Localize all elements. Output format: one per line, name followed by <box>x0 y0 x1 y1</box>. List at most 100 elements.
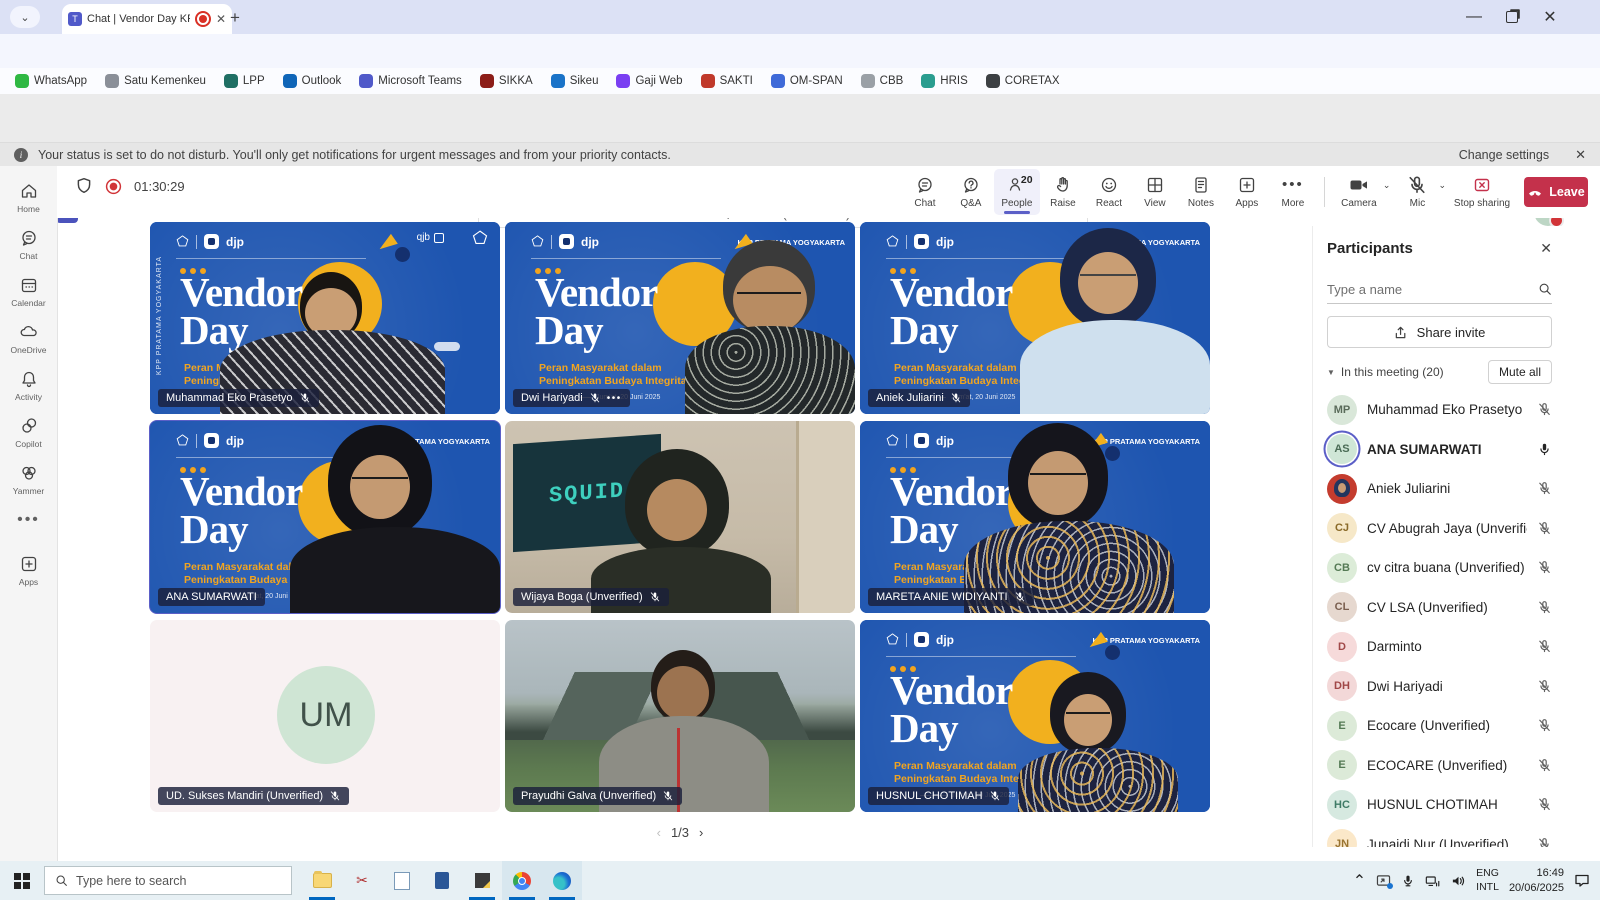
bookmark-gaji-web[interactable]: Gaji Web <box>609 72 689 90</box>
start-button[interactable] <box>0 861 44 900</box>
mic-muted-icon[interactable] <box>1537 639 1552 654</box>
participant-row[interactable]: CJ CV Abugrah Jaya (Unverified) <box>1327 509 1552 549</box>
bookmark-outlook[interactable]: Outlook <box>276 72 349 90</box>
bookmark-satu-kemenkeu[interactable]: Satu Kemenkeu <box>98 72 213 90</box>
video-tile-ud-sukses[interactable]: UM UD. Sukses Mandiri (Unverified) <box>150 620 500 812</box>
change-settings-link[interactable]: Change settings <box>1459 148 1549 162</box>
taskbar-sticky-notes[interactable] <box>462 861 502 900</box>
video-tile-muhammad[interactable]: djp VendorDay Peran Masyarakat dalamPeni… <box>150 222 500 414</box>
sidebar-item-chat[interactable]: Chat <box>0 221 57 268</box>
sidebar-item-yammer[interactable]: Yammer <box>0 456 57 503</box>
page-next-icon[interactable]: › <box>699 825 703 840</box>
bookmark-sakti[interactable]: SAKTI <box>694 72 760 90</box>
taskbar-calculator[interactable] <box>422 861 462 900</box>
bookmark-coretax[interactable]: CORETAX <box>979 72 1067 90</box>
tray-app-icon[interactable] <box>1376 874 1391 887</box>
bookmark-sikeu[interactable]: Sikeu <box>544 72 606 90</box>
participant-row[interactable]: CL CV LSA (Unverified) <box>1327 588 1552 628</box>
window-minimize-button[interactable]: — <box>1455 0 1493 34</box>
participants-search-input[interactable]: Type a name <box>1327 275 1552 304</box>
video-tile-aniek[interactable]: djp VendorDay Peran Masyarakat dalamPeni… <box>860 222 1210 414</box>
mic-muted-icon[interactable] <box>1537 600 1552 615</box>
taskbar-edge[interactable] <box>542 861 582 900</box>
video-tile-husnul[interactable]: djp VendorDay Peran Masyarakat dalamPeni… <box>860 620 1210 812</box>
mic-muted-icon[interactable] <box>1537 837 1552 847</box>
browser-tab[interactable]: T Chat | Vendor Day KPP Prat ✕ <box>62 4 232 34</box>
sidebar-item-calendar[interactable]: Calendar <box>0 268 57 315</box>
participant-row[interactable]: HC HUSNUL CHOTIMAH <box>1327 785 1552 825</box>
view-button[interactable]: View <box>1132 169 1178 215</box>
page-prev-icon[interactable]: ‹ <box>657 825 661 840</box>
tray-mic-icon[interactable] <box>1401 874 1415 888</box>
more-button[interactable]: ••• More <box>1270 169 1316 215</box>
bookmark-microsoft-teams[interactable]: Microsoft Teams <box>352 72 469 90</box>
meeting-apps-button[interactable]: Apps <box>1224 169 1270 215</box>
people-button[interactable]: 20 People <box>994 169 1040 215</box>
mic-muted-icon[interactable] <box>1537 402 1552 417</box>
bookmark-sikka[interactable]: SIKKA <box>473 72 540 90</box>
taskbar-search-input[interactable]: Type here to search <box>44 866 292 895</box>
notes-button[interactable]: Notes <box>1178 169 1224 215</box>
tab-search-chevron-icon[interactable]: ⌄ <box>10 6 40 28</box>
tray-language[interactable]: ENGINTL <box>1476 867 1499 893</box>
participant-row[interactable]: Aniek Juliarini <box>1327 469 1552 509</box>
sidebar-item-copilot[interactable]: Copilot <box>0 409 57 456</box>
participant-row[interactable]: AS ANA SUMARWATI <box>1327 430 1552 470</box>
sidebar-item-home[interactable]: Home <box>0 174 57 221</box>
tray-volume-icon[interactable] <box>1451 874 1466 888</box>
qna-button[interactable]: Q&A <box>948 169 994 215</box>
tray-clock[interactable]: 16:4920/06/2025 <box>1509 866 1564 895</box>
taskbar-file-explorer[interactable] <box>302 861 342 900</box>
video-tile-dwi[interactable]: djp VendorDay Peran Masyarakat dalamPeni… <box>505 222 855 414</box>
banner-close-icon[interactable]: ✕ <box>1575 147 1586 163</box>
chat-button[interactable]: Chat <box>902 169 948 215</box>
mic-button[interactable]: Mic <box>1394 169 1440 215</box>
mic-muted-icon[interactable] <box>1537 679 1552 694</box>
participant-row[interactable]: MP Muhammad Eko Prasetyo <box>1327 390 1552 430</box>
taskbar-snipping-tool[interactable]: ✂ <box>342 861 382 900</box>
window-restore-button[interactable] <box>1493 0 1531 34</box>
tab-close-icon[interactable]: ✕ <box>216 12 226 26</box>
tray-chevron-icon[interactable]: ⌃ <box>1353 871 1366 891</box>
bookmark-om-span[interactable]: OM-SPAN <box>764 72 850 90</box>
tray-network-icon[interactable] <box>1425 874 1441 888</box>
notification-center-icon[interactable] <box>1574 873 1590 888</box>
in-meeting-section[interactable]: ▼ In this meeting (20) Mute all <box>1327 360 1552 384</box>
mic-muted-icon[interactable] <box>1537 797 1552 812</box>
stop-sharing-button[interactable]: Stop sharing <box>1450 169 1514 215</box>
react-button[interactable]: React <box>1086 169 1132 215</box>
mute-all-button[interactable]: Mute all <box>1488 360 1552 384</box>
bookmark-lpp[interactable]: LPP <box>217 72 272 90</box>
taskbar-notepad[interactable] <box>382 861 422 900</box>
sidebar-item-activity[interactable]: Activity <box>0 362 57 409</box>
video-tile-mareta[interactable]: djp VendorDay Peran Masyarakat dalamPeni… <box>860 421 1210 613</box>
tile-more-icon[interactable]: ••• <box>607 393 622 404</box>
bookmark-hris[interactable]: HRIS <box>914 72 974 90</box>
video-tile-wijaya[interactable]: SQUID Wijaya Boga (Unverified) <box>505 421 855 613</box>
mic-muted-icon[interactable] <box>1537 718 1552 733</box>
mic-muted-icon[interactable] <box>1537 560 1552 575</box>
sidebar-more-icon[interactable]: ••• <box>0 503 57 537</box>
new-tab-button[interactable]: + <box>230 8 240 28</box>
participant-row[interactable]: E Ecocare (Unverified) <box>1327 706 1552 746</box>
video-tile-ana[interactable]: djp VendorDay Peran Masyarakat dalamPeni… <box>150 421 500 613</box>
share-invite-button[interactable]: Share invite <box>1327 316 1552 348</box>
mic-muted-icon[interactable] <box>1537 521 1552 536</box>
sidebar-item-onedrive[interactable]: OneDrive <box>0 315 57 362</box>
participant-row[interactable]: JN Junaidi Nur (Unverified) <box>1327 825 1552 848</box>
bookmark-cbb[interactable]: CBB <box>854 72 911 90</box>
bookmark-whatsapp[interactable]: WhatsApp <box>8 72 94 90</box>
participant-row[interactable]: E ECOCARE (Unverified) <box>1327 746 1552 786</box>
raise-hand-button[interactable]: Raise <box>1040 169 1086 215</box>
video-tile-prayudhi[interactable]: Prayudhi Galva (Unverified) <box>505 620 855 812</box>
taskbar-chrome[interactable] <box>502 861 542 900</box>
window-close-button[interactable]: ✕ <box>1531 0 1569 34</box>
participant-row[interactable]: D Darminto <box>1327 627 1552 667</box>
camera-button[interactable]: Camera <box>1333 169 1385 215</box>
leave-button[interactable]: Leave <box>1524 177 1588 207</box>
panel-close-icon[interactable]: ✕ <box>1540 240 1552 257</box>
participant-row[interactable]: CB cv citra buana (Unverified) <box>1327 548 1552 588</box>
participant-row[interactable]: DH Dwi Hariyadi <box>1327 667 1552 707</box>
mic-muted-icon[interactable] <box>1537 481 1552 496</box>
sidebar-item-apps[interactable]: Apps <box>0 547 57 594</box>
